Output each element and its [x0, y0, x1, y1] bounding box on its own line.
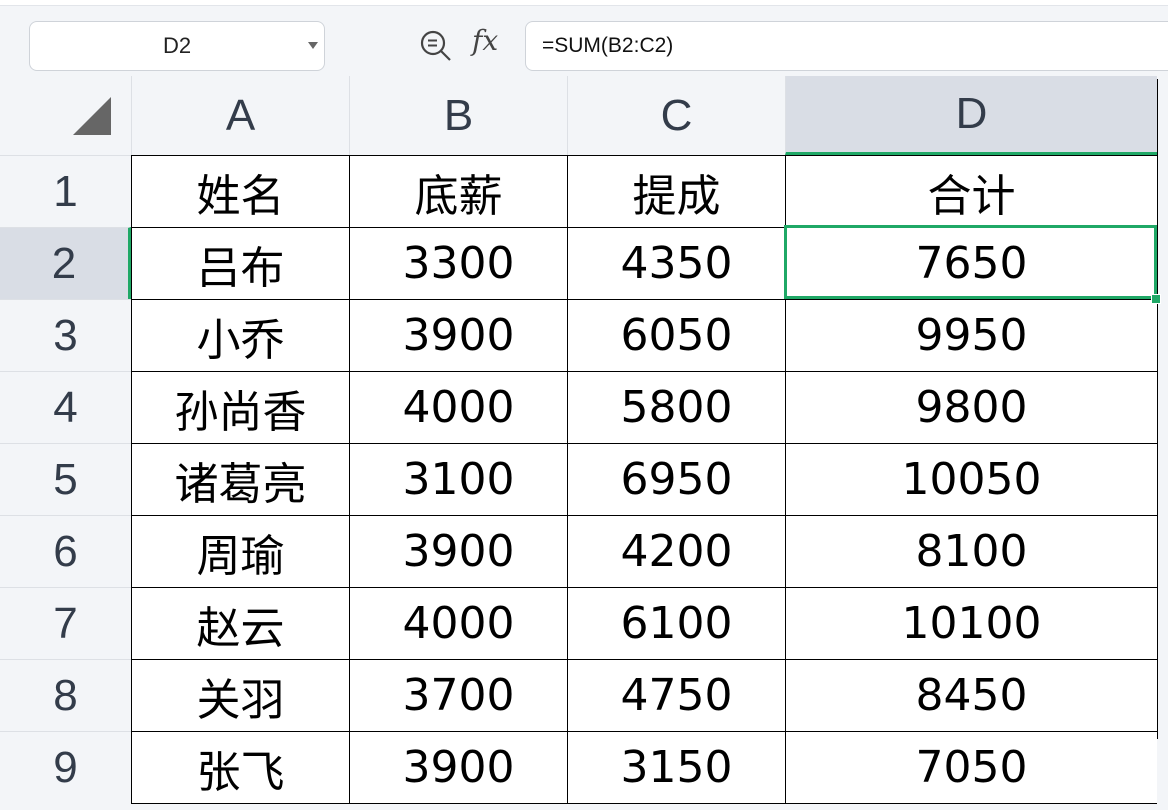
cell-a1[interactable]: 姓名: [131, 155, 349, 227]
chevron-down-icon[interactable]: [308, 42, 318, 49]
cell-c9[interactable]: 3150: [567, 731, 785, 803]
name-box[interactable]: D2: [29, 21, 325, 71]
cell-a4[interactable]: 孙尚香: [131, 371, 349, 443]
cell-c8[interactable]: 4750: [567, 659, 785, 731]
row-header-2[interactable]: 2: [0, 227, 131, 299]
row-header-6[interactable]: 6: [0, 515, 131, 587]
cell-c3[interactable]: 6050: [567, 299, 785, 371]
cell-d9[interactable]: 7050: [785, 731, 1157, 803]
cell-d7[interactable]: 10100: [785, 587, 1157, 659]
fx-icon[interactable]: fx: [472, 24, 498, 57]
cell-c6[interactable]: 4200: [567, 515, 785, 587]
formula-input[interactable]: =SUM(B2:C2): [525, 21, 1168, 71]
row-header-4[interactable]: 4: [0, 371, 131, 443]
cell-a3[interactable]: 小乔: [131, 299, 349, 371]
cell-a7[interactable]: 赵云: [131, 587, 349, 659]
row-header-9[interactable]: 9: [0, 731, 131, 803]
cell-c4[interactable]: 5800: [567, 371, 785, 443]
zoom-formula-icon[interactable]: [418, 28, 454, 64]
cell-a8[interactable]: 关羽: [131, 659, 349, 731]
column-header-c[interactable]: C: [567, 76, 785, 155]
name-box-value: D2: [163, 33, 191, 59]
cell-b6[interactable]: 3900: [349, 515, 567, 587]
column-header-d[interactable]: D: [785, 76, 1157, 155]
cell-b4[interactable]: 4000: [349, 371, 567, 443]
cell-d4[interactable]: 9800: [785, 371, 1157, 443]
cell-b1[interactable]: 底薪: [349, 155, 567, 227]
row-header-8[interactable]: 8: [0, 659, 131, 731]
cell-a5[interactable]: 诸葛亮: [131, 443, 349, 515]
cell-a2[interactable]: 吕布: [131, 227, 349, 299]
cell-b2[interactable]: 3300: [349, 227, 567, 299]
cell-b5[interactable]: 3100: [349, 443, 567, 515]
cell-d2[interactable]: 7650: [785, 227, 1157, 299]
cell-c1[interactable]: 提成: [567, 155, 785, 227]
cell-d3[interactable]: 9950: [785, 299, 1157, 371]
cell-a9[interactable]: 张飞: [131, 731, 349, 803]
cell-b9[interactable]: 3900: [349, 731, 567, 803]
column-header-a[interactable]: A: [131, 76, 349, 155]
cell-c7[interactable]: 6100: [567, 587, 785, 659]
select-all-button[interactable]: [0, 76, 131, 155]
cell-c5[interactable]: 6950: [567, 443, 785, 515]
cell-d8[interactable]: 8450: [785, 659, 1157, 731]
row-header-1[interactable]: 1: [0, 155, 131, 227]
top-toolbar-strip: [0, 0, 1168, 6]
grid-right-edge: [1157, 79, 1168, 739]
cell-d5[interactable]: 10050: [785, 443, 1157, 515]
column-header-b[interactable]: B: [349, 76, 567, 155]
fill-handle[interactable]: [1151, 294, 1161, 304]
table-bottom-border: [131, 803, 1157, 804]
cell-a6[interactable]: 周瑜: [131, 515, 349, 587]
cell-c2[interactable]: 4350: [567, 227, 785, 299]
cell-b7[interactable]: 4000: [349, 587, 567, 659]
row-header-5[interactable]: 5: [0, 443, 131, 515]
select-all-triangle-icon: [73, 97, 111, 135]
cell-d1[interactable]: 合计: [785, 155, 1157, 227]
cell-d6[interactable]: 8100: [785, 515, 1157, 587]
row-header-7[interactable]: 7: [0, 587, 131, 659]
row-header-3[interactable]: 3: [0, 299, 131, 371]
cell-b8[interactable]: 3700: [349, 659, 567, 731]
cell-b3[interactable]: 3900: [349, 299, 567, 371]
